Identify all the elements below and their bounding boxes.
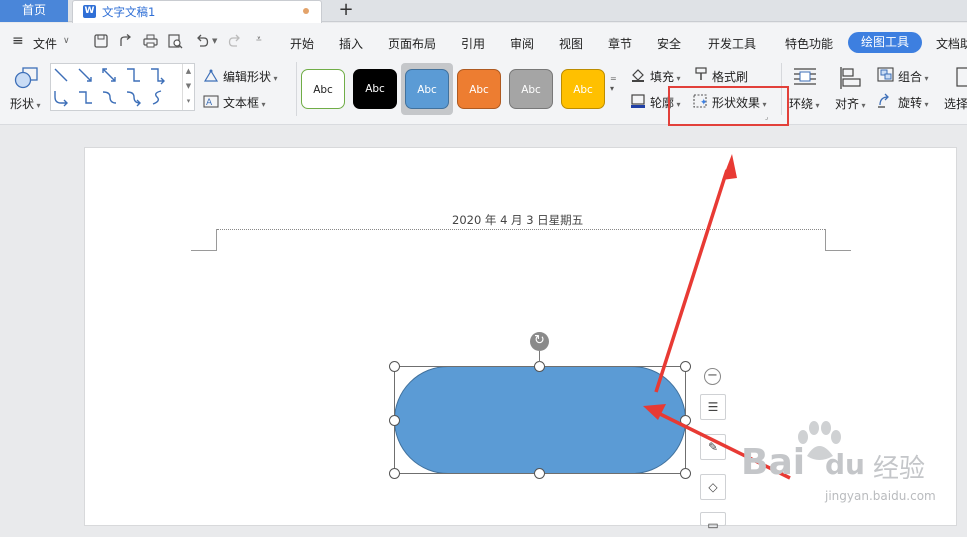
watermark-suffix: 经验 [873,454,926,484]
watermark-url: jingyan.baidu.com [825,489,936,503]
watermark-brand: Bai [741,442,806,483]
annotation-arrowhead-left [643,404,666,420]
annotation-arrow-up [654,169,729,393]
baidu-watermark: Bai du 经验 jingyan.baidu.com [727,418,967,526]
annotation-arrowhead-up [722,154,737,180]
watermark-brand2: du [825,448,865,481]
